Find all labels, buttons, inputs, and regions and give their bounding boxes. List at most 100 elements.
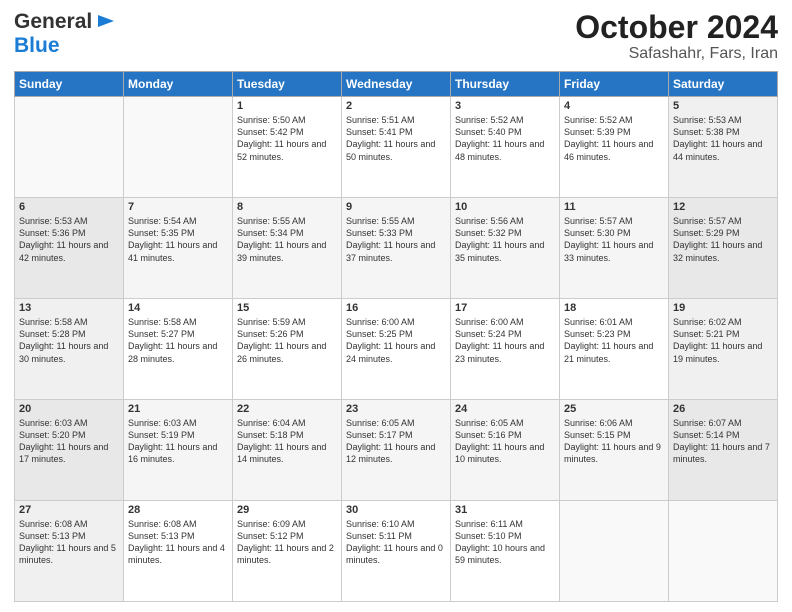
calendar-week-row: 27 Sunrise: 6:08 AMSunset: 5:13 PMDayligh… <box>15 501 778 602</box>
day-info: Sunrise: 6:07 AMSunset: 5:14 PMDaylight:… <box>673 417 773 466</box>
day-number: 9 <box>346 201 446 213</box>
month-title: October 2024 <box>575 10 778 45</box>
calendar-cell: 9Sunrise: 5:55 AMSunset: 5:33 PMDaylight… <box>342 198 451 299</box>
day-of-week-header: Saturday <box>669 72 778 97</box>
logo-flag-icon <box>94 11 116 33</box>
calendar-cell: 29 Sunrise: 6:09 AMSunset: 5:12 PMDayligh… <box>233 501 342 602</box>
calendar-cell: 6Sunrise: 5:53 AMSunset: 5:36 PMDaylight… <box>15 198 124 299</box>
calendar-header-row: SundayMondayTuesdayWednesdayThursdayFrid… <box>15 72 778 97</box>
day-number: 12 <box>673 201 773 213</box>
day-info: Sunrise: 6:00 AMSunset: 5:24 PMDaylight:… <box>455 316 555 365</box>
calendar-cell: 3Sunrise: 5:52 AMSunset: 5:40 PMDaylight… <box>451 97 560 198</box>
calendar-cell: 12 Sunrise: 5:57 AMSunset: 5:29 PMDayligh… <box>669 198 778 299</box>
calendar-cell: 1 Sunrise: 5:50 AMSunset: 5:42 PMDaylight… <box>233 97 342 198</box>
day-number: 4 <box>564 100 664 112</box>
day-info: Sunrise: 5:53 AMSunset: 5:38 PMDaylight:… <box>673 114 773 163</box>
day-info: Sunrise: 6:03 AMSunset: 5:19 PMDaylight:… <box>128 417 228 466</box>
calendar-cell: 23 Sunrise: 6:05 AMSunset: 5:17 PMDayligh… <box>342 400 451 501</box>
calendar-cell: 2 Sunrise: 5:51 AMSunset: 5:41 PMDaylight… <box>342 97 451 198</box>
day-number: 7 <box>128 201 228 213</box>
day-number: 28 <box>128 504 228 516</box>
title-block: October 2024 Safashahr, Fars, Iran <box>575 10 778 63</box>
day-number: 30 <box>346 504 446 516</box>
day-info: Sunrise: 5:56 AMSunset: 5:32 PMDaylight:… <box>455 215 555 264</box>
day-number: 10 <box>455 201 555 213</box>
logo-general-text: General <box>14 10 92 34</box>
calendar-cell: 13 Sunrise: 5:58 AMSunset: 5:28 PMDayligh… <box>15 299 124 400</box>
day-info: Sunrise: 6:08 AMSunset: 5:13 PMDaylight:… <box>128 518 228 567</box>
calendar-cell: 15 Sunrise: 5:59 AMSunset: 5:26 PMDayligh… <box>233 299 342 400</box>
day-info: Sunrise: 6:04 AMSunset: 5:18 PMDaylight:… <box>237 417 337 466</box>
day-info: Sunrise: 6:10 AMSunset: 5:11 PMDaylight:… <box>346 518 446 567</box>
calendar-cell: 26Sunrise: 6:07 AMSunset: 5:14 PMDayligh… <box>669 400 778 501</box>
day-of-week-header: Friday <box>560 72 669 97</box>
calendar-week-row: 13 Sunrise: 5:58 AMSunset: 5:28 PMDayligh… <box>15 299 778 400</box>
day-number: 5 <box>673 100 773 112</box>
calendar-cell: 8 Sunrise: 5:55 AMSunset: 5:34 PMDaylight… <box>233 198 342 299</box>
day-info: Sunrise: 6:05 AMSunset: 5:17 PMDaylight:… <box>346 417 446 466</box>
day-number: 23 <box>346 403 446 415</box>
day-info: Sunrise: 6:09 AMSunset: 5:12 PMDaylight:… <box>237 518 337 567</box>
day-info: Sunrise: 6:02 AMSunset: 5:21 PMDaylight:… <box>673 316 773 365</box>
day-of-week-header: Wednesday <box>342 72 451 97</box>
calendar-cell: 11Sunrise: 5:57 AMSunset: 5:30 PMDayligh… <box>560 198 669 299</box>
day-number: 2 <box>346 100 446 112</box>
calendar-cell <box>669 501 778 602</box>
day-number: 17 <box>455 302 555 314</box>
calendar-cell: 14 Sunrise: 5:58 AMSunset: 5:27 PMDayligh… <box>124 299 233 400</box>
calendar-cell: 21 Sunrise: 6:03 AMSunset: 5:19 PMDayligh… <box>124 400 233 501</box>
day-number: 24 <box>455 403 555 415</box>
day-number: 21 <box>128 403 228 415</box>
calendar-cell <box>560 501 669 602</box>
calendar-table: SundayMondayTuesdayWednesdayThursdayFrid… <box>14 71 778 602</box>
day-number: 6 <box>19 201 119 213</box>
calendar-cell <box>15 97 124 198</box>
calendar-cell: 18Sunrise: 6:01 AMSunset: 5:23 PMDayligh… <box>560 299 669 400</box>
day-info: Sunrise: 6:03 AMSunset: 5:20 PMDaylight:… <box>19 417 119 466</box>
day-of-week-header: Tuesday <box>233 72 342 97</box>
day-info: Sunrise: 6:06 AMSunset: 5:15 PMDaylight:… <box>564 417 664 466</box>
calendar-cell: 5 Sunrise: 5:53 AMSunset: 5:38 PMDaylight… <box>669 97 778 198</box>
day-number: 31 <box>455 504 555 516</box>
day-number: 22 <box>237 403 337 415</box>
location-title: Safashahr, Fars, Iran <box>575 45 778 63</box>
day-number: 29 <box>237 504 337 516</box>
calendar-cell <box>124 97 233 198</box>
calendar-cell: 30 Sunrise: 6:10 AMSunset: 5:11 PMDayligh… <box>342 501 451 602</box>
logo: General Blue <box>14 10 116 58</box>
day-number: 20 <box>19 403 119 415</box>
calendar-week-row: 1 Sunrise: 5:50 AMSunset: 5:42 PMDaylight… <box>15 97 778 198</box>
calendar-cell: 25 Sunrise: 6:06 AMSunset: 5:15 PMDayligh… <box>560 400 669 501</box>
page: General Blue October 2024 Safashahr, Far… <box>0 0 792 612</box>
day-info: Sunrise: 5:58 AMSunset: 5:28 PMDaylight:… <box>19 316 119 365</box>
day-number: 25 <box>564 403 664 415</box>
logo-blue-text: Blue <box>14 34 60 58</box>
day-info: Sunrise: 5:59 AMSunset: 5:26 PMDaylight:… <box>237 316 337 365</box>
day-of-week-header: Thursday <box>451 72 560 97</box>
day-number: 19 <box>673 302 773 314</box>
calendar-cell: 4Sunrise: 5:52 AMSunset: 5:39 PMDaylight… <box>560 97 669 198</box>
calendar-cell: 17 Sunrise: 6:00 AMSunset: 5:24 PMDayligh… <box>451 299 560 400</box>
day-number: 11 <box>564 201 664 213</box>
day-number: 16 <box>346 302 446 314</box>
calendar-cell: 20 Sunrise: 6:03 AMSunset: 5:20 PMDayligh… <box>15 400 124 501</box>
day-info: Sunrise: 5:57 AMSunset: 5:29 PMDaylight:… <box>673 215 773 264</box>
day-number: 18 <box>564 302 664 314</box>
day-number: 14 <box>128 302 228 314</box>
day-number: 13 <box>19 302 119 314</box>
day-number: 1 <box>237 100 337 112</box>
day-info: Sunrise: 6:08 AMSunset: 5:13 PMDaylight:… <box>19 518 119 567</box>
calendar-cell: 28 Sunrise: 6:08 AMSunset: 5:13 PMDayligh… <box>124 501 233 602</box>
day-info: Sunrise: 5:50 AMSunset: 5:42 PMDaylight:… <box>237 114 337 163</box>
day-info: Sunrise: 5:58 AMSunset: 5:27 PMDaylight:… <box>128 316 228 365</box>
day-number: 3 <box>455 100 555 112</box>
day-number: 8 <box>237 201 337 213</box>
day-info: Sunrise: 6:05 AMSunset: 5:16 PMDaylight:… <box>455 417 555 466</box>
day-number: 27 <box>19 504 119 516</box>
day-number: 15 <box>237 302 337 314</box>
calendar-cell: 22 Sunrise: 6:04 AMSunset: 5:18 PMDayligh… <box>233 400 342 501</box>
day-info: Sunrise: 5:55 AMSunset: 5:34 PMDaylight:… <box>237 215 337 264</box>
day-info: Sunrise: 5:51 AMSunset: 5:41 PMDaylight:… <box>346 114 446 163</box>
calendar-week-row: 6Sunrise: 5:53 AMSunset: 5:36 PMDaylight… <box>15 198 778 299</box>
day-info: Sunrise: 5:54 AMSunset: 5:35 PMDaylight:… <box>128 215 228 264</box>
